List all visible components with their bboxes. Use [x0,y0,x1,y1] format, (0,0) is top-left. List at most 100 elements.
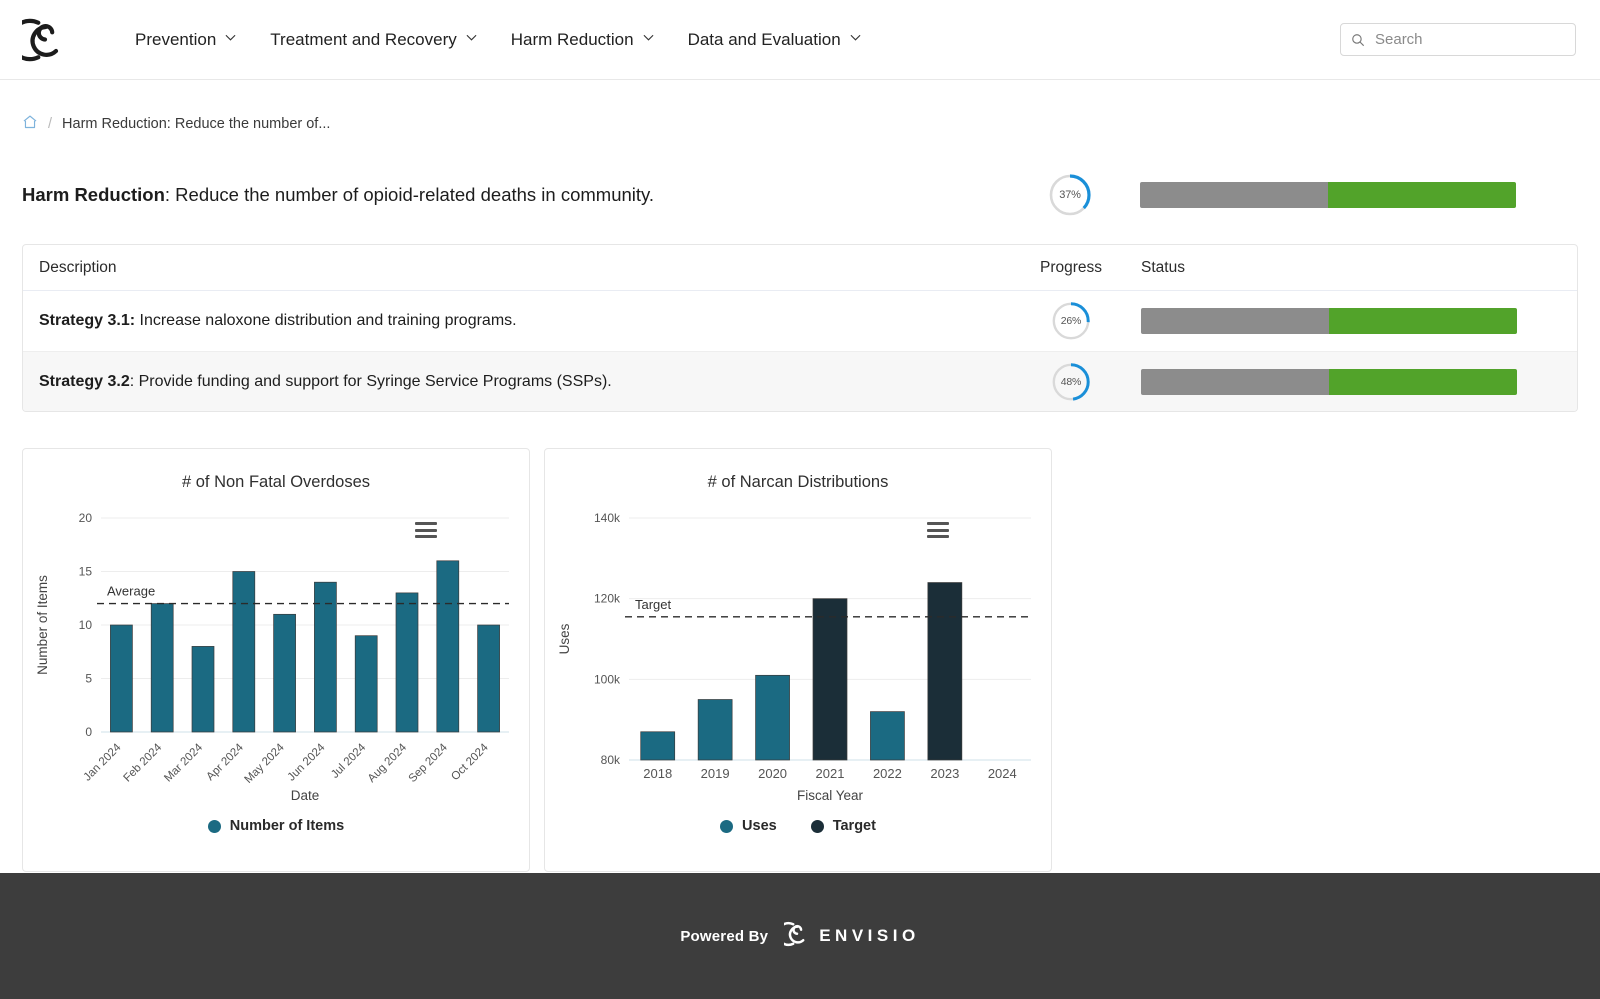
row-description: Strategy 3.1: Increase naloxone distribu… [39,312,1001,330]
row-description-rest: Increase naloxone distribution and train… [135,312,517,329]
row-description: Strategy 3.2: Provide funding and suppor… [39,373,1001,391]
nav-item-data-and-evaluation[interactable]: Data and Evaluation [671,24,878,56]
svg-text:120k: 120k [594,592,621,606]
row-progress-donut: 48% [1051,362,1091,402]
svg-text:10: 10 [79,618,93,632]
chart-legend: Uses Target [555,818,1041,834]
row-progress-cell: 26% [1001,301,1141,341]
svg-text:May 2024: May 2024 [243,741,288,786]
svg-text:2020: 2020 [758,766,787,781]
svg-text:2021: 2021 [816,766,845,781]
nav-item-label: Prevention [135,29,217,49]
svg-text:Jun 2024: Jun 2024 [286,741,328,783]
svg-text:0: 0 [85,725,92,739]
legend-label: Uses [742,818,777,834]
page-title: Harm Reduction: Reduce the number of opi… [22,184,1000,206]
svg-text:2018: 2018 [643,766,672,781]
nav-item-prevention[interactable]: Prevention [118,24,253,56]
envisio-brand: ENVISIO [776,921,920,952]
breadcrumb-separator: / [48,116,53,132]
svg-text:Mar 2024: Mar 2024 [162,741,205,784]
legend-label: Number of Items [229,818,345,834]
row-progress-donut: 26% [1051,301,1091,341]
envisio-wordmark: ENVISIO [819,926,920,945]
svg-text:Sep 2024: Sep 2024 [407,741,451,785]
svg-text:Jul 2024: Jul 2024 [329,741,369,781]
page-footer: Powered By ENVISIO [0,873,1600,999]
chart-plot-area: 0 5 10 15 20 Average Jan 2024 Feb 2024 Mar 2024 A… [33,504,519,804]
chart-card-non-fatal-overdoses: # of Non Fatal Overdoses 0 5 10 15 20 Average… [22,448,530,872]
column-header-description: Description [39,258,117,276]
status-bar [1141,308,1517,334]
goal-title-rest: : Reduce the number of opioid-related de… [164,184,655,205]
goal-progress-donut: 37% [1048,173,1092,217]
svg-text:Aug 2024: Aug 2024 [366,741,410,785]
svg-text:Fiscal Year: Fiscal Year [797,788,864,803]
envisio-logo-icon[interactable] [18,13,72,67]
chevron-down-icon [643,32,654,43]
breadcrumb-current[interactable]: Harm Reduction: Reduce the number of... [62,116,330,132]
hamburger-menu-icon[interactable] [927,522,949,538]
hamburger-menu-icon[interactable] [415,522,437,538]
search-input[interactable] [1373,30,1565,49]
status-bar [1141,368,1517,395]
row-description-bold: Strategy 3.2 [39,372,130,390]
svg-text:140k: 140k [594,511,621,525]
chart-title: # of Non Fatal Overdoses [181,473,370,491]
goal-progress-cell: 37% [1000,173,1140,217]
chevron-down-icon [225,32,236,43]
svg-text:Number of Items: Number of Items [35,575,50,675]
svg-text:Oct 2024: Oct 2024 [449,741,491,783]
svg-text:80k: 80k [601,753,621,767]
svg-text:Uses: Uses [557,623,572,654]
svg-text:2019: 2019 [701,766,730,781]
svg-text:5: 5 [85,672,92,686]
table-row[interactable]: Strategy 3.2: Provide funding and suppor… [23,351,1577,411]
status-bar-gray-segment [1141,368,1329,395]
row-progress-cell: 48% [1001,362,1141,402]
svg-text:Jan 2024: Jan 2024 [82,741,124,783]
row-status-cell [1141,368,1561,395]
legend-label: Target [832,818,876,834]
chart-legend: Number of Items [33,818,519,834]
svg-text:Target: Target [635,597,672,612]
search-icon [1351,33,1365,47]
svg-text:Date: Date [291,788,320,803]
chart-title: # of Narcan Distributions [707,473,889,491]
status-bar [1140,182,1516,208]
table-row[interactable]: Strategy 3.1: Increase naloxone distribu… [23,291,1577,351]
svg-text:Feb 2024: Feb 2024 [121,741,164,784]
nav-item-harm-reduction[interactable]: Harm Reduction [494,24,671,56]
column-header-status: Status [1141,258,1185,276]
legend-item-uses[interactable]: Uses [720,818,777,834]
column-header-progress: Progress [1039,258,1103,276]
envisio-logo-icon [776,921,810,952]
nav-item-label: Harm Reduction [510,29,634,49]
legend-color-dot [720,819,734,833]
charts-section: # of Non Fatal Overdoses 0 5 10 15 20 Average… [22,448,1578,872]
chart-card-narcan-distributions: # of Narcan Distributions 80k 100k 120k 140… [544,448,1052,872]
legend-item-number-of-items[interactable]: Number of Items [207,818,345,834]
svg-text:Average: Average [107,584,155,599]
status-bar-gray-segment [1140,182,1328,208]
svg-text:2022: 2022 [873,766,902,781]
svg-text:100k: 100k [594,672,621,686]
table-header-row: Description Progress Status [23,245,1577,291]
goal-status-cell [1140,182,1578,208]
nav-item-treatment-and-recovery[interactable]: Treatment and Recovery [253,24,493,56]
status-bar-green-segment [1329,308,1517,334]
search-box[interactable] [1340,23,1576,56]
goal-title-bold: Harm Reduction [22,184,165,205]
search-area [1340,23,1576,56]
legend-color-dot [810,819,824,833]
chevron-down-icon [850,32,861,43]
row-progress-value: 48% [1060,375,1082,388]
legend-item-target[interactable]: Target [810,818,876,834]
svg-text:2023: 2023 [930,766,959,781]
row-description-rest: : Provide funding and support for Syring… [129,372,612,390]
status-bar-green-segment [1328,182,1516,208]
legend-color-dot [207,819,221,833]
nav-item-label: Treatment and Recovery [270,29,457,49]
chart-plot-area: 80k 100k 120k 140k Target 2018 2019 2020 2021 202… [555,504,1041,804]
home-icon[interactable] [22,114,38,134]
